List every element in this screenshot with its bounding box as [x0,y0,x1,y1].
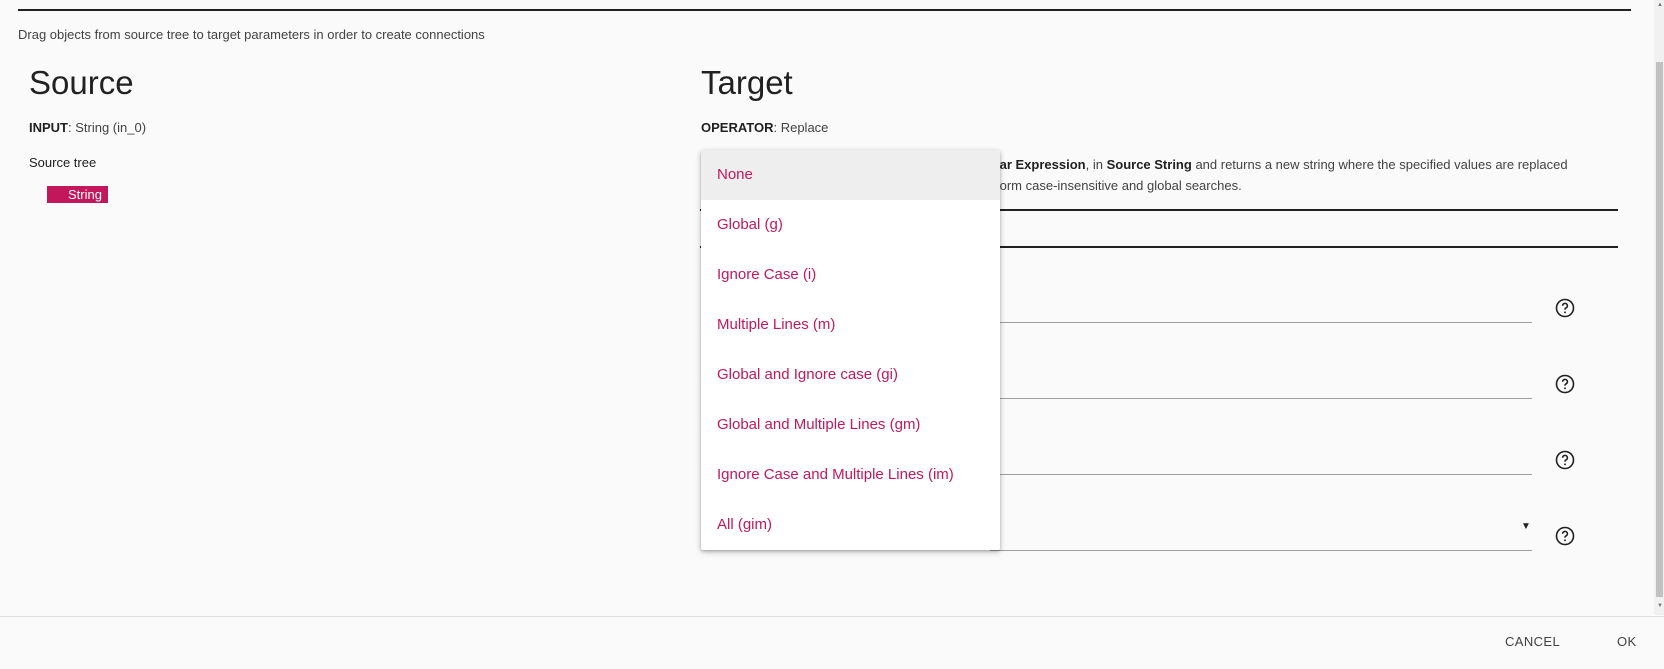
input-label: INPUT [29,120,68,135]
caret-down-icon[interactable]: ▼ [1521,521,1531,532]
scrollbar-thumb[interactable] [1656,62,1663,597]
dropdown-option-multiple-lines[interactable]: Multiple Lines (m) [701,300,1000,350]
cancel-button[interactable]: CANCEL [1505,634,1560,649]
dropdown-option-ignore-case[interactable]: Ignore Case (i) [701,250,1000,300]
dropdown-option-global-ignore-case[interactable]: Global and Ignore case (gi) [701,350,1000,400]
desc-text-1: , in [1085,157,1107,172]
dropdown-option-ignore-case-multiple-lines[interactable]: Ignore Case and Multiple Lines (im) [701,450,1000,500]
param-field-3[interactable] [990,474,1532,475]
scroll-up-arrow-icon[interactable]: ▲ [1657,2,1663,8]
source-input-info: INPUT: String (in_0) [29,120,146,135]
dropdown-option-all[interactable]: All (gim) [701,500,1000,550]
desc-text-2: and returns a new string where the speci… [1191,157,1568,172]
source-tree-node-string[interactable]: String [47,186,108,203]
flags-select-field[interactable] [990,550,1532,551]
desc-bold-source: Source String [1106,157,1192,172]
tree-node-label: String [68,187,102,202]
operator-value: : Replace [773,120,829,135]
instructions-text: Drag objects from source tree to target … [18,27,485,42]
top-divider [18,9,1631,11]
param-field-1[interactable] [990,322,1532,323]
operator-label: OPERATOR [701,120,774,135]
dropdown-option-global-multiple-lines[interactable]: Global and Multiple Lines (gm) [701,400,1000,450]
source-heading: Source [29,64,134,101]
ok-button[interactable]: OK [1617,634,1637,649]
input-value: : String (in_0) [68,120,147,135]
target-heading: Target [701,64,793,101]
dropdown-option-none[interactable]: None [701,150,1000,200]
param-field-2[interactable] [990,398,1532,399]
help-circle-icon[interactable] [1555,298,1575,318]
target-operator-info: OPERATOR: Replace [701,120,828,135]
help-circle-icon[interactable] [1555,526,1575,546]
desc-line-2: form case-insensitive and global searche… [996,178,1242,193]
dropdown-option-global[interactable]: Global (g) [701,200,1000,250]
operator-description: lar Expression, in Source String and ret… [996,154,1606,196]
help-circle-icon[interactable] [1555,374,1575,394]
desc-bold-regex: lar Expression [996,157,1086,172]
flags-dropdown-menu[interactable]: None Global (g) Ignore Case (i) Multiple… [701,150,1000,550]
scroll-down-arrow-icon[interactable]: ▼ [1657,603,1663,609]
footer-divider [0,616,1664,617]
help-circle-icon[interactable] [1555,450,1575,470]
source-tree-label: Source tree [29,155,97,170]
